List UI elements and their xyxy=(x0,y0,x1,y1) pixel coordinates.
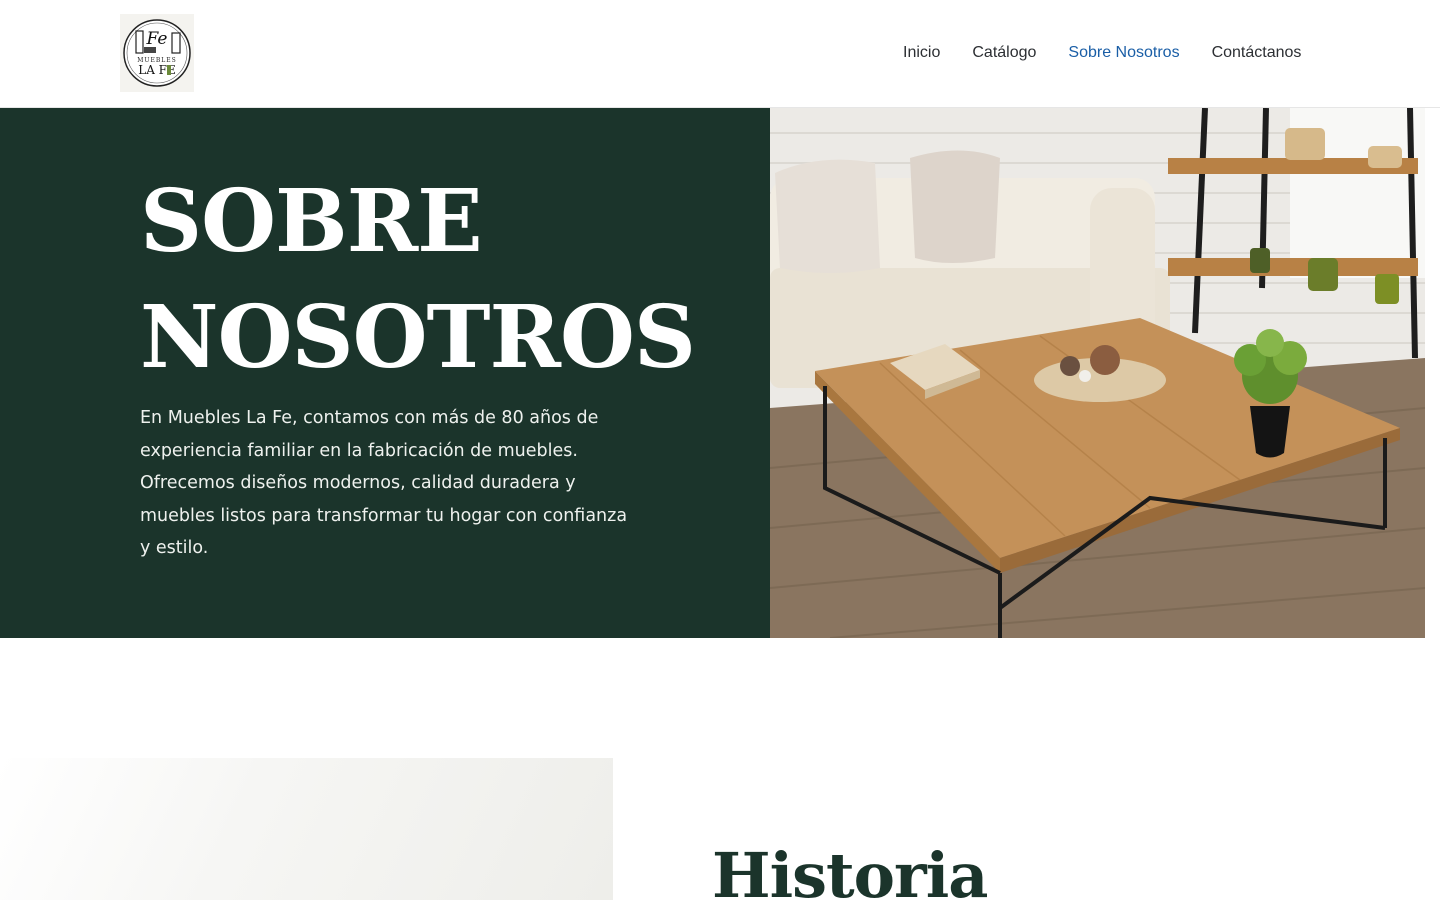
hero-title: SOBRE NOSOTROS xyxy=(140,164,696,396)
nav-sobre-nosotros[interactable]: Sobre Nosotros xyxy=(1068,41,1179,65)
hero-section: SOBRE NOSOTROS En Muebles La Fe, contamo… xyxy=(0,108,770,638)
history-image xyxy=(0,758,613,900)
hero-title-line-1: SOBRE xyxy=(140,171,483,272)
svg-text:Fe: Fe xyxy=(146,29,168,49)
main-nav: Inicio Catálogo Sobre Nosotros Contáctan… xyxy=(903,41,1301,65)
nav-contactanos[interactable]: Contáctanos xyxy=(1212,41,1302,65)
hero-title-line-2: NOSOTROS xyxy=(140,287,696,388)
brand-logo[interactable]: Fe MUEBLES LA FE xyxy=(120,14,194,92)
hero-description: En Muebles La Fe, contamos con más de 80… xyxy=(140,408,628,558)
logo-emblem: Fe MUEBLES LA FE xyxy=(123,19,191,87)
hero-living-room-image xyxy=(770,108,1425,638)
nav-catalogo[interactable]: Catálogo xyxy=(972,41,1036,65)
site-header: Fe MUEBLES LA FE Inicio Catálogo Sobre N… xyxy=(0,0,1440,108)
nav-inicio[interactable]: Inicio xyxy=(903,41,940,65)
history-title: Historia xyxy=(712,839,988,912)
